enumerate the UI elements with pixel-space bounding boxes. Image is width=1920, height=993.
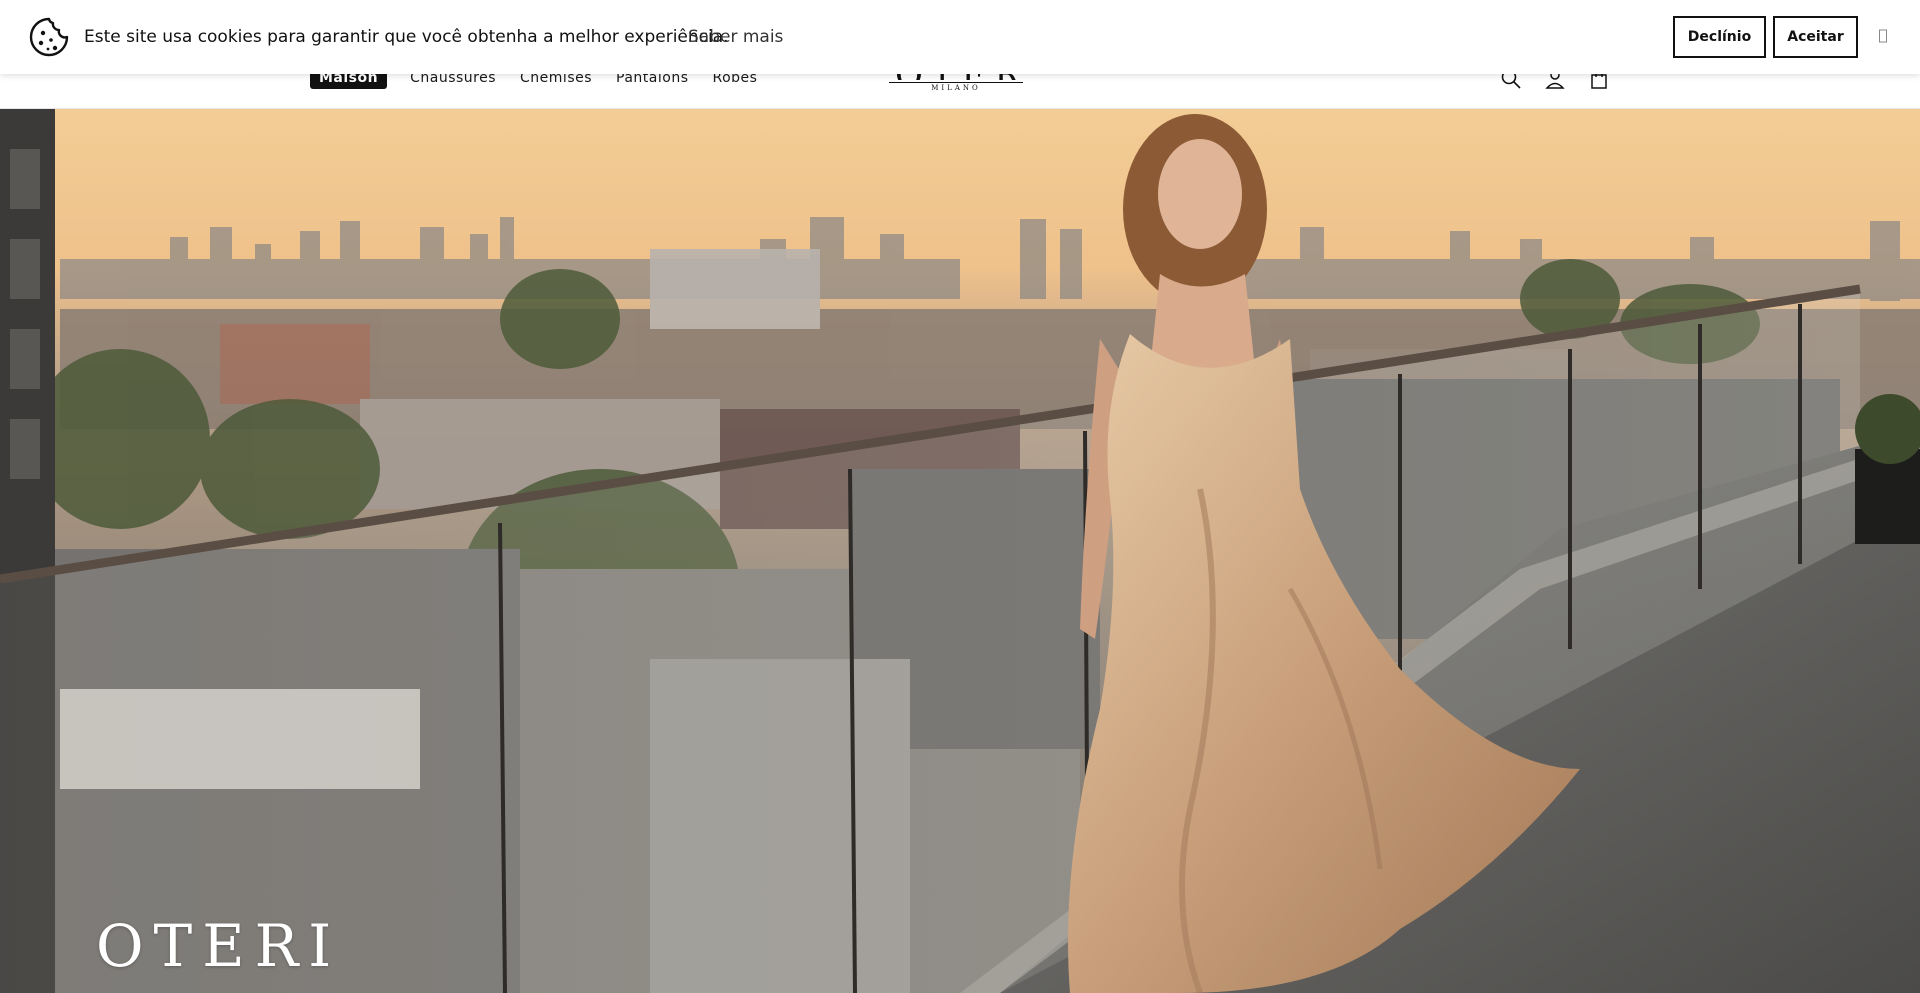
- hero-banner[interactable]: OTERI: [0, 109, 1920, 993]
- close-icon[interactable]: [1876, 26, 1890, 46]
- learn-more-link[interactable]: Saber mais: [688, 27, 783, 47]
- cookie-icon: [28, 16, 70, 58]
- decline-button[interactable]: Declínio: [1673, 16, 1766, 58]
- hero-title: OTERI: [96, 912, 342, 980]
- logo-subtitle: MILANO: [931, 84, 981, 92]
- cookie-message: Este site usa cookies para garantir que …: [84, 27, 729, 47]
- hero-image: [0, 109, 1920, 993]
- accept-button[interactable]: Aceitar: [1773, 16, 1858, 58]
- cookie-banner: Este site usa cookies para garantir que …: [0, 0, 1920, 74]
- logo-rule: [889, 82, 1023, 83]
